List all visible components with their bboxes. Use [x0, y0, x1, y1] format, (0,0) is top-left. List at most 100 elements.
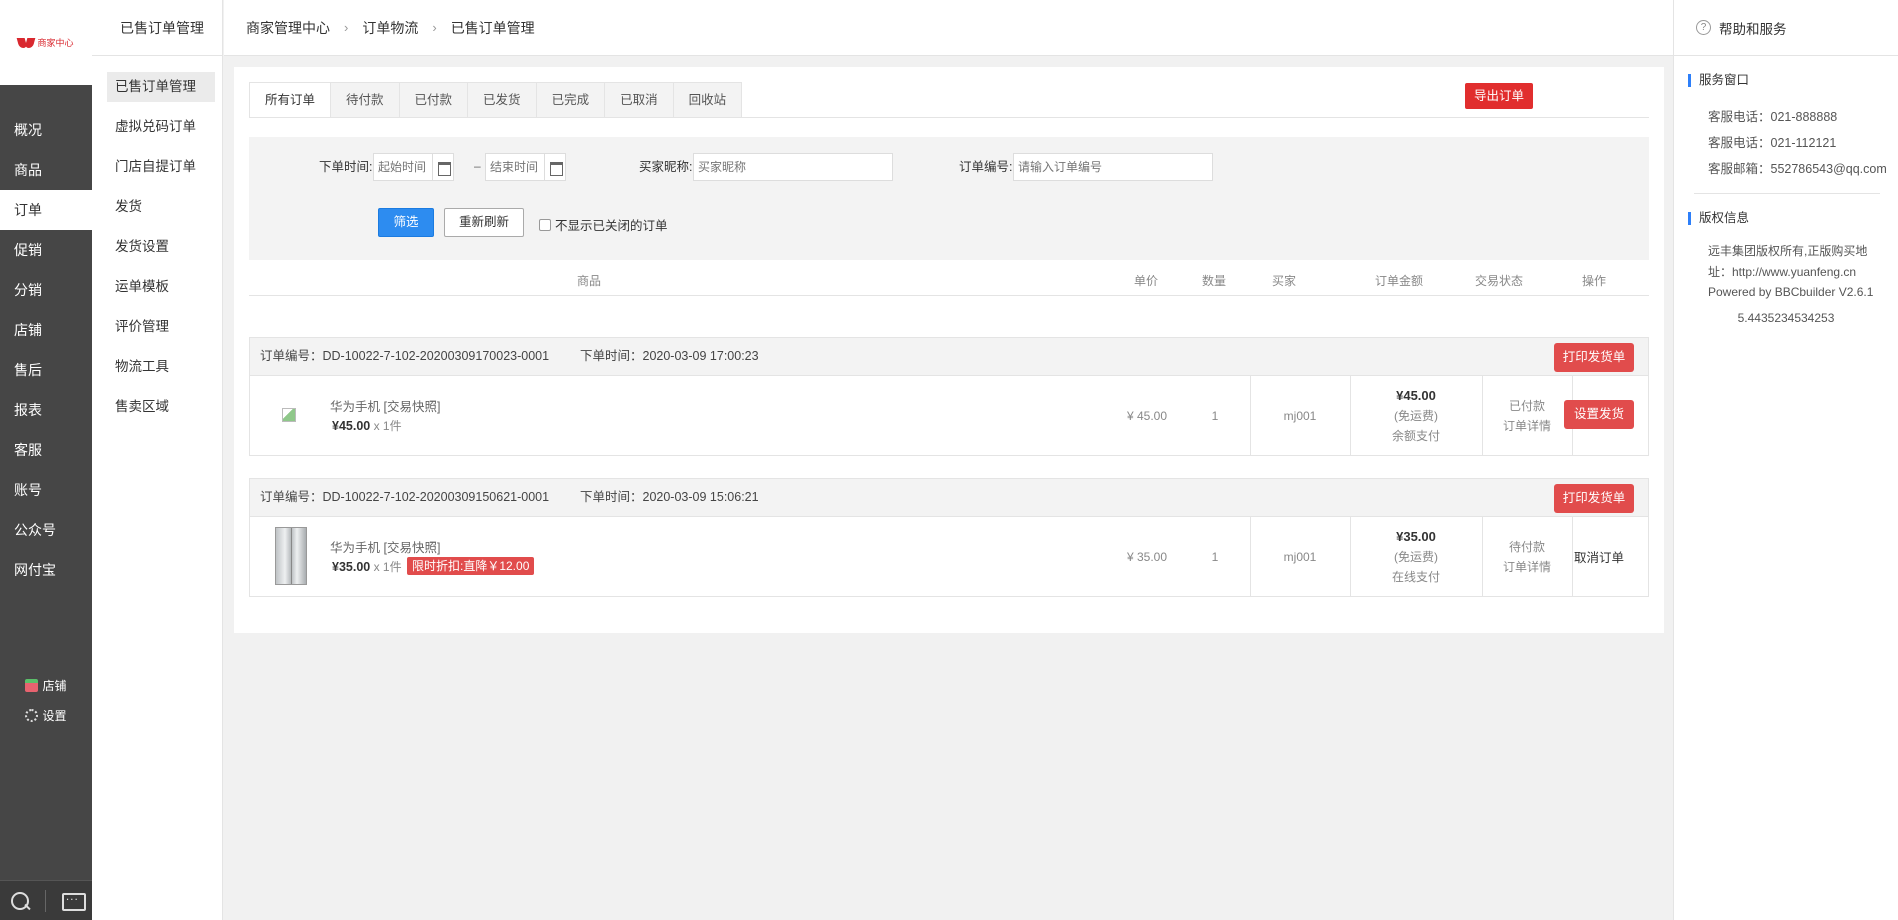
powered-by-text: Powered by BBCbuilder V2.6.1 — [1708, 285, 1874, 299]
payment-method: 在线支付 — [1391, 569, 1440, 584]
order-detail-link[interactable]: 订单详情 — [1503, 416, 1551, 436]
cancel-order-link[interactable]: 取消订单 — [1557, 547, 1641, 566]
order-number: 订单编号：DD-10022-7-102-20200309170023-0001 — [260, 349, 550, 363]
sub-item-sold-orders[interactable]: 已售订单管理 — [107, 72, 215, 102]
chevron-right-icon: › — [344, 20, 349, 35]
tab-shipped[interactable]: 已发货 — [468, 82, 537, 118]
product-name-link[interactable]: 华为手机 [交易快照] — [330, 537, 440, 556]
tab-cancelled[interactable]: 已取消 — [605, 82, 674, 118]
sub-item-logistics-tools[interactable]: 物流工具 — [107, 352, 215, 382]
version-number: 5.4435234534253 — [1737, 310, 1835, 325]
header-status: 交易状态 — [1474, 274, 1523, 288]
end-time-input[interactable] — [485, 153, 545, 181]
nav-item-distribution[interactable]: 分销 — [0, 270, 92, 310]
nav-item-overview[interactable]: 概况 — [0, 110, 92, 150]
nav-item-goods[interactable]: 商品 — [0, 150, 92, 190]
logo-icon — [18, 38, 34, 48]
calendar-icon[interactable] — [432, 153, 454, 181]
product-price: ¥35.00 — [332, 560, 371, 574]
order-amount: ¥35.00 — [1396, 528, 1436, 544]
service-phone-2: 客服电话：021-112121 — [1708, 136, 1837, 150]
breadcrumb-order-logistics[interactable]: 订单物流 — [362, 18, 418, 38]
tab-completed[interactable]: 已完成 — [536, 82, 606, 118]
start-time-input[interactable] — [373, 153, 433, 181]
payment-method: 余额支付 — [1391, 428, 1440, 443]
shipping-fee: (免运费) — [1394, 408, 1438, 423]
nav-item-promotion[interactable]: 促销 — [0, 230, 92, 270]
order-amount: ¥45.00 — [1396, 387, 1436, 403]
order-time: 下单时间：2020-03-09 15:06:21 — [580, 490, 759, 504]
tab-recycle-bin[interactable]: 回收站 — [673, 82, 743, 118]
order-card: 订单编号：DD-10022-7-102-20200309170023-0001 … — [249, 337, 1649, 456]
sub-item-sales-regions[interactable]: 售卖区域 — [107, 392, 215, 422]
main-content: 所有订单 待付款 已付款 已发货 已完成 已取消 回收站 导出订单 下单时间: … — [234, 67, 1664, 633]
order-number-label: 订单编号: — [959, 160, 1013, 174]
product-price: ¥45.00 — [332, 419, 371, 433]
sub-item-pickup-orders[interactable]: 门店自提订单 — [107, 152, 215, 182]
service-email: 客服邮箱：552786543@qq.com — [1708, 162, 1887, 176]
status-badge: 待付款 — [1508, 539, 1545, 554]
settings-link[interactable]: 设置 — [0, 700, 92, 730]
settings-link-label: 设置 — [42, 708, 67, 723]
product-image[interactable] — [275, 527, 307, 585]
order-tabs: 所有订单 待付款 已付款 已发货 已完成 已取消 回收站 — [249, 82, 743, 118]
main-sidebar: 商家中心 概况 商品 订单 促销 分销 店铺 售后 报表 客服 账号 公众号 网… — [0, 0, 92, 920]
set-shipping-button[interactable]: 设置发货 — [1564, 400, 1634, 429]
chat-icon[interactable] — [57, 886, 87, 916]
copyright-section: 版权信息 远丰集团版权所有,正版购买地址：http://www.yuanfeng… — [1674, 194, 1898, 325]
header-order-amount: 订单金额 — [1374, 274, 1423, 288]
sub-item-shipping-settings[interactable]: 发货设置 — [107, 232, 215, 262]
search-icon[interactable] — [5, 886, 35, 916]
date-range-dash: – — [474, 159, 481, 173]
breadcrumb-sold-orders: 已售订单管理 — [450, 19, 535, 36]
print-invoice-button[interactable]: 打印发货单 — [1554, 484, 1634, 513]
nav-item-customer-service[interactable]: 客服 — [0, 430, 92, 470]
order-detail-link[interactable]: 订单详情 — [1503, 557, 1551, 577]
product-price-line: ¥35.00 x 1件 — [332, 558, 402, 575]
nav-item-store[interactable]: 店铺 — [0, 310, 92, 350]
service-section: 服务窗口 客服电话：021-888888 客服电话：021-112121 客服邮… — [1674, 56, 1898, 177]
sub-sidebar: 已售订单管理 已售订单管理 虚拟兑码订单 门店自提订单 发货 发货设置 运单模板… — [92, 0, 223, 920]
calendar-icon[interactable] — [544, 153, 566, 181]
sub-item-shipping[interactable]: 发货 — [107, 192, 215, 222]
breadcrumb: 商家管理中心 › 订单物流 › 已售订单管理 — [224, 0, 1673, 56]
product-name-link[interactable]: 华为手机 [交易快照] — [330, 396, 440, 415]
hide-closed-orders-option[interactable]: 不显示已关闭的订单 — [539, 215, 668, 234]
nav-item-wangfubao[interactable]: 网付宝 — [0, 550, 92, 590]
sub-item-virtual-orders[interactable]: 虚拟兑码订单 — [107, 112, 215, 142]
shop-link-label: 店铺 — [42, 678, 67, 693]
nav-item-after-sales[interactable]: 售后 — [0, 350, 92, 390]
breadcrumb-merchant-center[interactable]: 商家管理中心 — [246, 18, 330, 38]
logo[interactable]: 商家中心 — [0, 0, 92, 85]
help-icon: ? — [1696, 20, 1711, 35]
tab-paid[interactable]: 已付款 — [399, 82, 469, 118]
sub-item-reviews[interactable]: 评价管理 — [107, 312, 215, 342]
buyer-name: mj001 — [1283, 549, 1317, 564]
sub-item-waybill-templates[interactable]: 运单模板 — [107, 272, 215, 302]
main-nav: 概况 商品 订单 促销 分销 店铺 售后 报表 客服 账号 公众号 网付宝 — [0, 110, 92, 590]
help-title: 帮助和服务 — [1719, 21, 1787, 37]
export-orders-button[interactable]: 导出订单 — [1465, 83, 1533, 109]
help-header[interactable]: ? 帮助和服务 — [1674, 0, 1898, 56]
filter-panel: 下单时间: – 买家昵称: 订单编号: 筛选 重新刷新 不显示已关闭的订单 — [249, 137, 1649, 260]
filter-button[interactable]: 筛选 — [378, 208, 434, 237]
order-amount-cell: ¥45.00 (免运费) 余额支付 — [1350, 376, 1482, 455]
nav-item-orders[interactable]: 订单 — [0, 190, 92, 230]
nav-item-official-account[interactable]: 公众号 — [0, 510, 92, 550]
buyer-nickname-input[interactable] — [693, 153, 893, 181]
service-title: 服务窗口 — [1688, 74, 1898, 87]
tab-all-orders[interactable]: 所有订单 — [249, 82, 332, 118]
tab-pending-payment[interactable]: 待付款 — [331, 82, 400, 118]
order-number-input[interactable] — [1013, 153, 1213, 181]
nav-item-account[interactable]: 账号 — [0, 470, 92, 510]
order-amount-cell: ¥35.00 (免运费) 在线支付 — [1350, 517, 1482, 596]
product-image[interactable] — [282, 408, 296, 422]
shop-link[interactable]: 店铺 — [0, 670, 92, 700]
refresh-button[interactable]: 重新刷新 — [444, 208, 524, 237]
chevron-right-icon: › — [432, 20, 437, 35]
quantity: 1 — [1211, 549, 1219, 564]
gear-icon — [25, 708, 39, 722]
hide-closed-checkbox[interactable] — [539, 218, 551, 231]
nav-item-reports[interactable]: 报表 — [0, 390, 92, 430]
print-invoice-button[interactable]: 打印发货单 — [1554, 343, 1634, 372]
